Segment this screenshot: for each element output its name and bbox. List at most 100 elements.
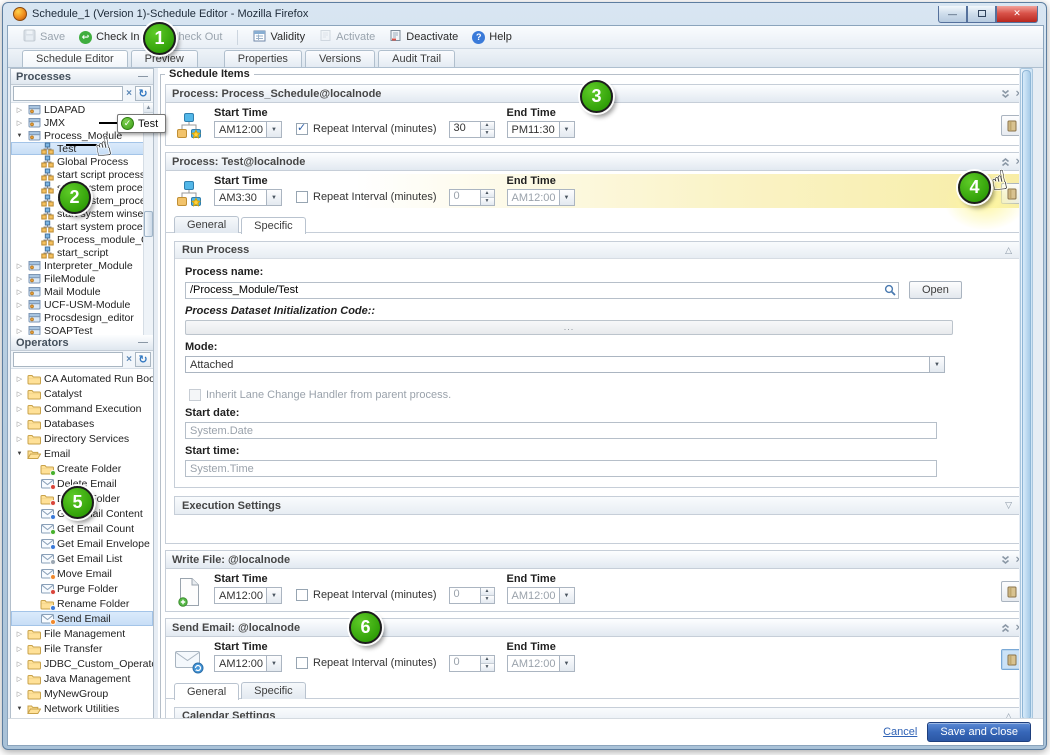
close-panel-icon[interactable]: × bbox=[1016, 89, 1019, 99]
collapse-icon[interactable]: ▼ bbox=[15, 706, 24, 712]
close-panel-icon[interactable]: × bbox=[1016, 555, 1019, 565]
tab-audit-trail[interactable]: Audit Trail bbox=[378, 50, 455, 67]
item-calendar-button[interactable] bbox=[1001, 183, 1019, 204]
tree-item-mail-module[interactable]: ▷Mail Module bbox=[11, 285, 153, 298]
tree-item-procsdesign-editor[interactable]: ▷Procsdesign_editor bbox=[11, 311, 153, 324]
start-time-select[interactable]: AM12:00▼ bbox=[214, 587, 282, 604]
tree-item-create-folder[interactable]: Create Folder bbox=[11, 461, 153, 476]
expand-icon[interactable]: ▷ bbox=[15, 327, 24, 335]
expand-panel-icon[interactable] bbox=[1000, 555, 1011, 565]
save-and-close-button[interactable]: Save and Close bbox=[927, 722, 1031, 742]
start-time-select[interactable]: AM12:00▼ bbox=[214, 655, 282, 672]
tree-item-email[interactable]: ▼Email bbox=[11, 446, 153, 461]
tab-specific[interactable]: Specific bbox=[241, 682, 306, 699]
dropdown-arrow-icon[interactable]: ▼ bbox=[266, 190, 281, 205]
item-calendar-button[interactable] bbox=[1001, 649, 1019, 670]
expand-icon[interactable]: ▷ bbox=[15, 301, 24, 309]
toolbar-button-check-in[interactable]: ↩Check In bbox=[72, 29, 146, 46]
expand-icon[interactable]: ▷ bbox=[15, 262, 24, 270]
panel-header[interactable]: Send Email: @localnode × bbox=[166, 619, 1019, 637]
expand-icon[interactable]: ▷ bbox=[15, 660, 24, 668]
maximize-button[interactable] bbox=[967, 6, 996, 23]
expand-icon[interactable]: ▷ bbox=[15, 275, 24, 283]
close-panel-icon[interactable]: × bbox=[1016, 623, 1019, 633]
scroll-thumb[interactable] bbox=[1022, 70, 1031, 720]
process-name-input[interactable] bbox=[186, 284, 882, 296]
tree-item-command-execution[interactable]: ▷Command Execution bbox=[11, 401, 153, 416]
refresh-icon[interactable]: ↻ bbox=[135, 86, 151, 101]
tree-item-process-module-cust[interactable]: Process_module_Cust bbox=[11, 233, 153, 246]
end-time-select[interactable]: PM11:30▼ bbox=[507, 121, 575, 138]
tree-item-process-module[interactable]: ▼Process_Module bbox=[11, 129, 153, 142]
tree-item-jmx[interactable]: ▷JMX bbox=[11, 116, 153, 129]
dropdown-arrow-icon[interactable]: ▼ bbox=[266, 588, 281, 603]
tree-item-start-system-process[interactable]: start system_process bbox=[11, 194, 153, 207]
expand-section-icon[interactable]: ▽ bbox=[1005, 500, 1012, 511]
collapse-panel-icon[interactable]: — bbox=[138, 337, 148, 348]
repeat-interval-spinner[interactable]: 30▲▼ bbox=[449, 121, 495, 138]
collapse-icon[interactable]: ▼ bbox=[15, 133, 24, 139]
tree-item-get-email-envelope[interactable]: Get Email Envelope bbox=[11, 536, 153, 551]
collapse-panel-icon[interactable] bbox=[1000, 157, 1011, 167]
collapse-panel-icon[interactable] bbox=[1000, 623, 1011, 633]
operators-search-input[interactable] bbox=[13, 352, 123, 367]
dropdown-arrow-icon[interactable]: ▼ bbox=[559, 122, 574, 137]
tree-item-purge-folder[interactable]: Purge Folder bbox=[11, 581, 153, 596]
processes-search-input[interactable] bbox=[13, 86, 123, 101]
collapse-section-icon[interactable]: △ bbox=[1005, 245, 1012, 256]
tree-item-start-system-process[interactable]: start system process_ bbox=[11, 181, 153, 194]
expand-icon[interactable]: ▷ bbox=[15, 645, 24, 653]
close-button[interactable]: ✕ bbox=[996, 6, 1038, 23]
item-calendar-button[interactable] bbox=[1001, 581, 1019, 602]
mode-select[interactable]: Attached▼ bbox=[185, 356, 945, 373]
tree-item-ca-automated-run-book[interactable]: ▷CA Automated Run Book bbox=[11, 371, 153, 386]
tree-item-mynewgroup[interactable]: ▷MyNewGroup bbox=[11, 686, 153, 701]
tree-item-move-email[interactable]: Move Email bbox=[11, 566, 153, 581]
search-icon[interactable] bbox=[882, 284, 898, 296]
expand-icon[interactable]: ▷ bbox=[15, 420, 24, 428]
tree-item-start-system-winser[interactable]: start system winser bbox=[11, 207, 153, 220]
expand-icon[interactable]: ▷ bbox=[15, 690, 24, 698]
scroll-up-icon[interactable]: ▲ bbox=[144, 103, 153, 113]
tab-schedule-editor[interactable]: Schedule Editor bbox=[22, 50, 128, 67]
tree-item-interpreter-module[interactable]: ▷Interpreter_Module bbox=[11, 259, 153, 272]
title-bar[interactable]: Schedule_1 (Version 1)-Schedule Editor -… bbox=[7, 3, 1042, 25]
tree-item-file-management[interactable]: ▷File Management bbox=[11, 626, 153, 641]
expand-icon[interactable]: ▷ bbox=[15, 405, 24, 413]
run-process-header[interactable]: Run Process △ bbox=[175, 242, 1019, 259]
tree-item-global-process[interactable]: Global Process bbox=[11, 155, 153, 168]
tree-item-start-script[interactable]: start_script bbox=[11, 246, 153, 259]
tree-item-delete-folder[interactable]: Delete Folder bbox=[11, 491, 153, 506]
tree-item-filemodule[interactable]: ▷FileModule bbox=[11, 272, 153, 285]
tree-item-java-management[interactable]: ▷Java Management bbox=[11, 671, 153, 686]
tab-general[interactable]: General bbox=[174, 683, 239, 700]
open-button[interactable]: Open bbox=[909, 281, 962, 299]
minimize-button[interactable]: — bbox=[938, 6, 967, 23]
tab-versions[interactable]: Versions bbox=[305, 50, 375, 67]
tree-item-file-transfer[interactable]: ▷File Transfer bbox=[11, 641, 153, 656]
processes-panel-header[interactable]: Processes — bbox=[11, 69, 153, 85]
dataset-init-button[interactable]: ... bbox=[185, 320, 953, 335]
dropdown-arrow-icon[interactable]: ▼ bbox=[266, 656, 281, 671]
expand-icon[interactable]: ▷ bbox=[15, 435, 24, 443]
start-time-select[interactable]: AM3:30▼ bbox=[214, 189, 282, 206]
tree-item-get-email-list[interactable]: Get Email List bbox=[11, 551, 153, 566]
clear-search-icon[interactable]: × bbox=[125, 88, 133, 99]
tab-specific[interactable]: Specific bbox=[241, 217, 306, 234]
tree-item-start-script-process-wi[interactable]: start script process wi bbox=[11, 168, 153, 181]
repeat-interval-checkbox[interactable] bbox=[296, 123, 308, 135]
tree-item-get-email-content[interactable]: Get Email Content bbox=[11, 506, 153, 521]
scroll-thumb[interactable] bbox=[144, 211, 153, 237]
expand-icon[interactable]: ▷ bbox=[15, 288, 24, 296]
expand-icon[interactable]: ▷ bbox=[15, 630, 24, 638]
tab-preview[interactable]: Preview bbox=[131, 50, 198, 67]
dropdown-arrow-icon[interactable]: ▼ bbox=[929, 357, 944, 372]
toolbar-button-deactivate[interactable]: Deactivate bbox=[382, 27, 465, 47]
tree-item-send-email[interactable]: Send Email bbox=[11, 611, 153, 626]
panel-header[interactable]: Process: Test@localnode × bbox=[166, 153, 1019, 171]
spin-up-icon[interactable]: ▲ bbox=[481, 122, 494, 130]
expand-icon[interactable]: ▷ bbox=[15, 119, 24, 127]
tab-general[interactable]: General bbox=[174, 216, 239, 233]
main-scrollbar[interactable] bbox=[1020, 68, 1033, 722]
tree-item-delete-email[interactable]: Delete Email bbox=[11, 476, 153, 491]
